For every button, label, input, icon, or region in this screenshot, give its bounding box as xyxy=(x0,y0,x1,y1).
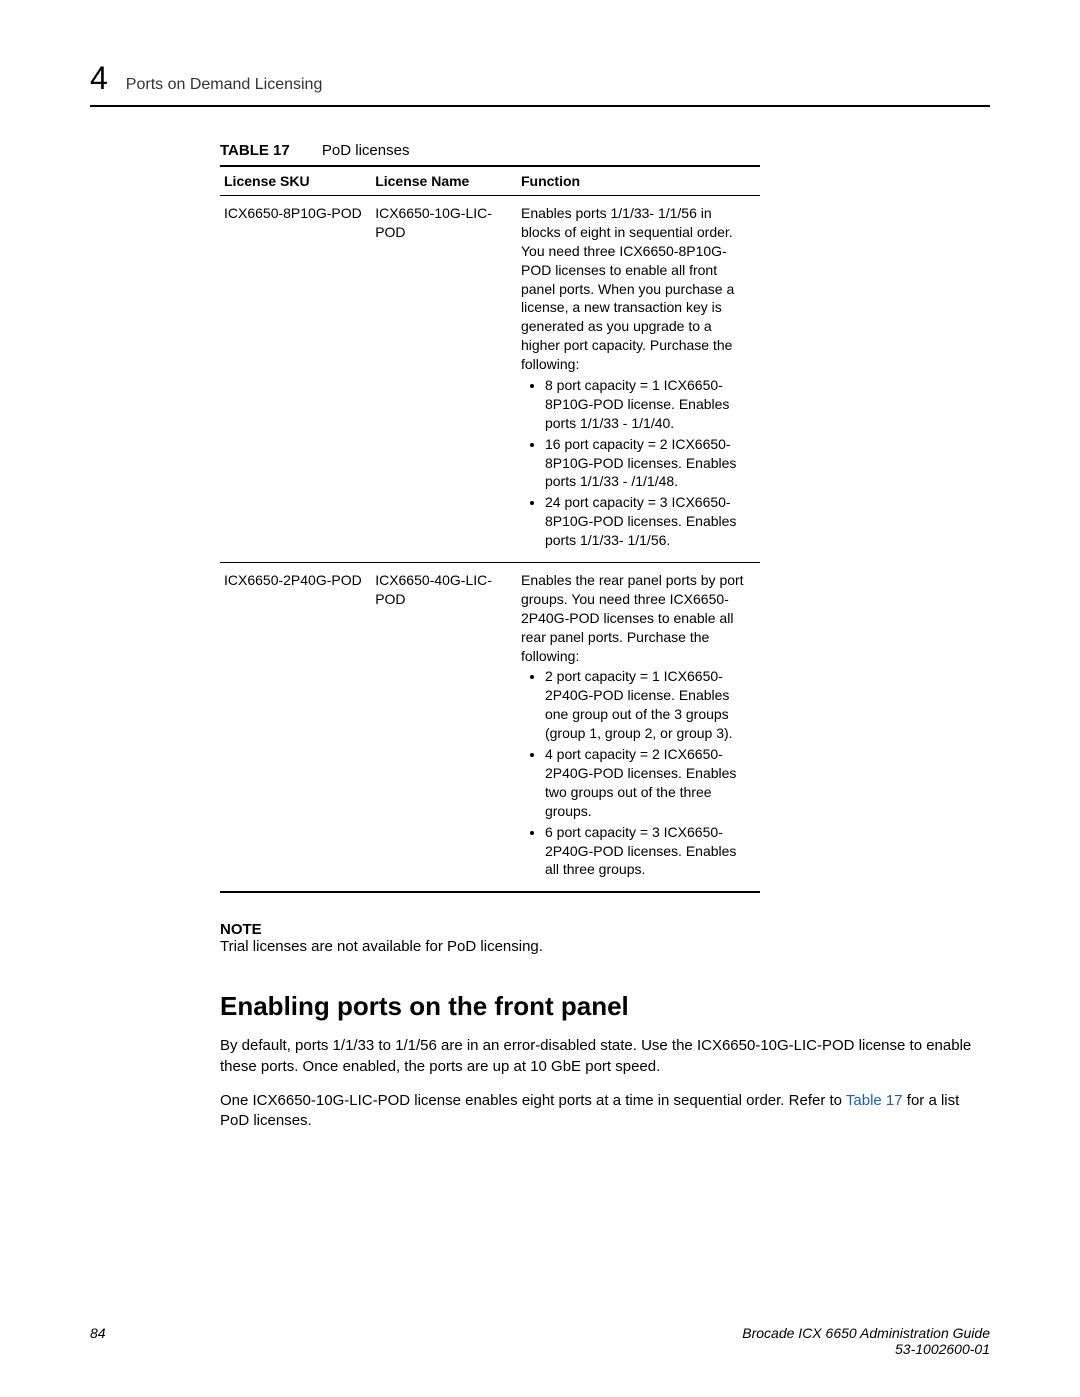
col-license-name: License Name xyxy=(371,166,517,196)
func-intro: Enables ports 1/1/33- 1/1/56 in blocks o… xyxy=(521,205,734,372)
note-text: Trial licenses are not available for PoD… xyxy=(220,938,990,955)
chapter-title: Ports on Demand Licensing xyxy=(126,76,323,94)
note-block: NOTE Trial licenses are not available fo… xyxy=(220,921,990,955)
footer-right: Brocade ICX 6650 Administration Guide 53… xyxy=(742,1325,990,1357)
table-caption: TABLE 17 PoD licenses xyxy=(220,142,760,165)
table-title: PoD licenses xyxy=(322,142,410,159)
cell-name: ICX6650-40G-LIC-POD xyxy=(371,563,517,893)
table-row: ICX6650-2P40G-POD ICX6650-40G-LIC-POD En… xyxy=(220,563,760,893)
chapter-number: 4 xyxy=(90,60,108,97)
func-bullets: 2 port capacity = 1 ICX6650-2P40G-POD li… xyxy=(521,667,754,879)
bullet-item: 6 port capacity = 3 ICX6650-2P40G-POD li… xyxy=(545,823,754,880)
cell-sku: ICX6650-2P40G-POD xyxy=(220,563,371,893)
page-number: 84 xyxy=(90,1325,106,1357)
cell-function: Enables ports 1/1/33- 1/1/56 in blocks o… xyxy=(517,196,760,563)
col-function: Function xyxy=(517,166,760,196)
body-paragraph: By default, ports 1/1/33 to 1/1/56 are i… xyxy=(220,1036,990,1077)
cell-sku: ICX6650-8P10G-POD xyxy=(220,196,371,563)
func-bullets: 8 port capacity = 1 ICX6650-8P10G-POD li… xyxy=(521,376,754,550)
document-page: 4 Ports on Demand Licensing TABLE 17 PoD… xyxy=(0,0,1080,1397)
table-row: ICX6650-8P10G-POD ICX6650-10G-LIC-POD En… xyxy=(220,196,760,563)
col-license-sku: License SKU xyxy=(220,166,371,196)
cell-function: Enables the rear panel ports by port gro… xyxy=(517,563,760,893)
bullet-item: 4 port capacity = 2 ICX6650-2P40G-POD li… xyxy=(545,745,754,821)
table-header-row: License SKU License Name Function xyxy=(220,166,760,196)
section-heading: Enabling ports on the front panel xyxy=(220,991,990,1022)
func-intro: Enables the rear panel ports by port gro… xyxy=(521,572,744,664)
pod-licenses-table: License SKU License Name Function ICX665… xyxy=(220,165,760,893)
cell-name: ICX6650-10G-LIC-POD xyxy=(371,196,517,563)
bullet-item: 16 port capacity = 2 ICX6650-8P10G-POD l… xyxy=(545,435,754,492)
bullet-item: 8 port capacity = 1 ICX6650-8P10G-POD li… xyxy=(545,376,754,433)
page-footer: 84 Brocade ICX 6650 Administration Guide… xyxy=(90,1325,990,1357)
bullet-item: 24 port capacity = 3 ICX6650-8P10G-POD l… xyxy=(545,493,754,550)
doc-title: Brocade ICX 6650 Administration Guide xyxy=(742,1325,990,1341)
body-paragraph: One ICX6650-10G-LIC-POD license enables … xyxy=(220,1091,990,1132)
para-text-pre: One ICX6650-10G-LIC-POD license enables … xyxy=(220,1092,846,1109)
cross-reference-link[interactable]: Table 17 xyxy=(846,1092,903,1109)
page-header: 4 Ports on Demand Licensing xyxy=(90,60,990,107)
bullet-item: 2 port capacity = 1 ICX6650-2P40G-POD li… xyxy=(545,667,754,743)
doc-id: 53-1002600-01 xyxy=(742,1341,990,1357)
note-label: NOTE xyxy=(220,921,990,938)
table-number: TABLE 17 xyxy=(220,142,290,159)
table-block: TABLE 17 PoD licenses License SKU Licens… xyxy=(220,142,760,893)
